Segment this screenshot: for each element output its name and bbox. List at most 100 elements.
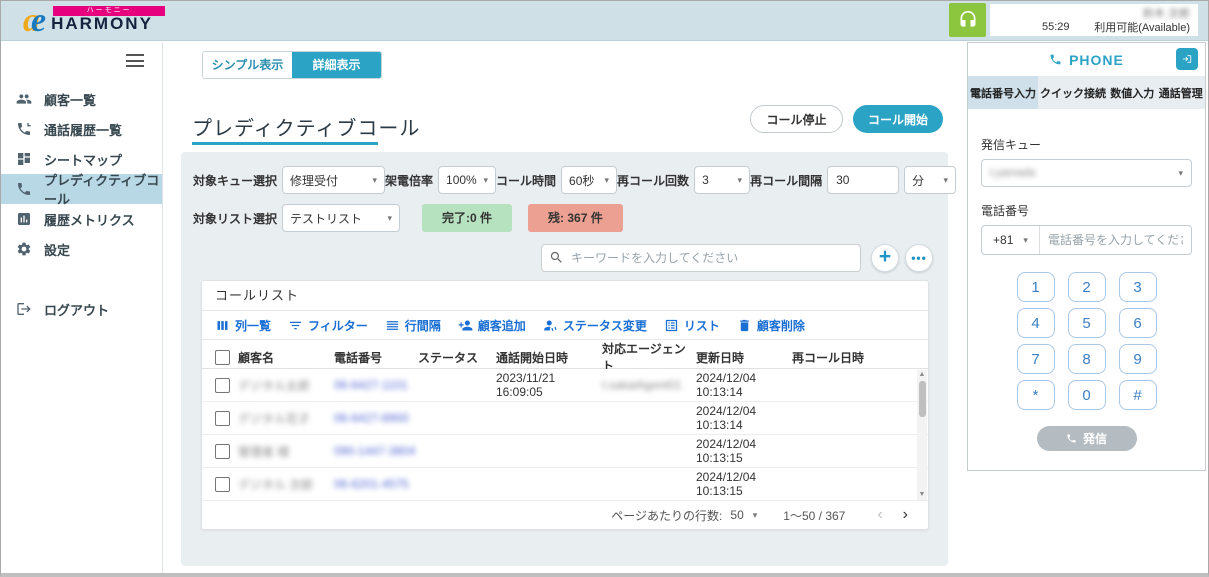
toolbar-filter-button[interactable]: フィルター (288, 317, 368, 334)
hamburger-menu-icon[interactable] (126, 54, 144, 67)
call-settings-row: 対象キュー選択 修理受付 ▾ 架電倍率 100% ▾ コール時間 60秒 ▾ 再… (193, 166, 957, 194)
tab-phone-number-entry[interactable]: 電話番号入力 (968, 76, 1038, 109)
sidebar-item-label: 通話履歴一覧 (44, 122, 123, 138)
call-duration-select[interactable]: 60秒 ▾ (561, 166, 618, 194)
toolbar-delete-customer-button[interactable]: 顧客削除 (737, 317, 805, 334)
dialpad-key-8[interactable]: 8 (1067, 344, 1106, 374)
dialpad-key-7[interactable]: 7 (1016, 344, 1055, 374)
tab-simple-view[interactable]: シンプル表示 (203, 52, 292, 78)
phone-number-control: +81 ▾ (981, 225, 1192, 255)
dial-call-button[interactable]: 発信 (1036, 426, 1137, 451)
more-options-circle-button[interactable]: ••• (905, 244, 933, 272)
table-row[interactable]: 管理者 様 090-1447-3804 2024/12/04 10:13:15 (202, 435, 928, 468)
app-window: ae ハーモニー HARMONY 鈴木 次郎 55:29 利用可能(Availa… (0, 0, 1209, 577)
updated-cell: 2024/12/04 10:13:14 (696, 371, 757, 399)
retry-count-select[interactable]: 3 ▾ (694, 166, 751, 194)
toolbar-columns-button[interactable]: 列一覧 (215, 317, 271, 334)
target-list-select[interactable]: テストリスト ▾ (282, 204, 401, 232)
toolbar-add-customer-button[interactable]: 顧客追加 (458, 317, 526, 334)
search-icon (550, 251, 562, 263)
headset-status-button[interactable] (949, 3, 986, 37)
sidebar-item-settings[interactable]: 設定 (1, 234, 162, 264)
agent-cell: t.sakaiAgent01 (602, 378, 682, 392)
dialpad-key-3[interactable]: 3 (1118, 272, 1157, 302)
metrics-icon (18, 213, 30, 225)
keyword-search-input[interactable] (541, 244, 861, 272)
tab-detail-view[interactable]: 詳細表示 (292, 52, 381, 78)
dialpad-key-0[interactable]: 0 (1067, 380, 1106, 410)
add-customer-circle-button[interactable]: + (871, 244, 899, 272)
rows-per-page-select[interactable]: 50 ▾ (730, 508, 757, 522)
sidebar: 顧客一覧 通話履歴一覧 シートマップ プレディクティブコール 履歴メトリクス 設… (1, 42, 163, 573)
table-body: デジタル太郎 06-6427-1101 2023/11/21 16:09:05 … (202, 369, 928, 501)
retry-interval-unit-select[interactable]: 分 ▾ (904, 166, 957, 194)
row-checkbox[interactable] (215, 377, 230, 393)
chevron-down-icon: ▾ (737, 174, 743, 185)
outbound-queue-select[interactable]: t.yamada ▾ (981, 159, 1192, 187)
phone-panel-title: PHONE (1069, 51, 1124, 68)
scrollbar-thumb[interactable] (918, 381, 926, 417)
phone-number-link[interactable]: 06-6427-1101 (334, 378, 418, 392)
table-scrollbar[interactable]: ▲ ▼ (917, 370, 927, 500)
row-height-icon (386, 320, 398, 330)
dialpad-key-star[interactable]: * (1016, 380, 1055, 410)
app-header: ae ハーモニー HARMONY 鈴木 次郎 55:29 利用可能(Availa… (1, 1, 1208, 41)
dialpad-key-9[interactable]: 9 (1118, 344, 1157, 374)
queue-select[interactable]: 修理受付 ▾ (282, 166, 386, 194)
target-list-label: 対象リスト選択 (193, 211, 278, 226)
dialpad-key-6[interactable]: 6 (1118, 308, 1157, 338)
scroll-down-icon[interactable]: ▼ (917, 490, 927, 500)
retry-interval-input[interactable]: 30 (827, 166, 900, 194)
country-code-select[interactable]: +81 ▾ (982, 226, 1040, 254)
gear-icon (17, 242, 31, 256)
phone-history-icon (18, 123, 31, 135)
dialpad-key-5[interactable]: 5 (1067, 308, 1106, 338)
table-row[interactable]: デジタル花子 06-6427-8900 2024/12/04 10:13:14 (202, 402, 928, 435)
phone-number-link[interactable]: 06-6427-8900 (334, 411, 418, 425)
tab-numeric-entry[interactable]: 数値入力 (1108, 76, 1157, 109)
sidebar-item-label: 顧客一覧 (44, 92, 97, 108)
logout-icon (17, 303, 31, 315)
previous-page-button[interactable]: ‹ (871, 507, 888, 523)
remaining-count-badge: 残: 367 件 (528, 204, 623, 232)
toolbar-change-status-button[interactable]: ステータス変更 (543, 317, 647, 334)
select-all-checkbox[interactable] (215, 349, 230, 365)
sidebar-item-call-history[interactable]: 通話履歴一覧 (1, 114, 162, 144)
table-row[interactable]: デジタル太郎 06-6427-1101 2023/11/21 16:09:05 … (202, 369, 928, 402)
collapse-panel-button[interactable] (1176, 48, 1198, 70)
phone-number-link[interactable]: 06-6201-4575 (334, 477, 418, 491)
updated-cell: 2024/12/04 10:13:15 (696, 470, 757, 498)
call-start-button[interactable]: コール開始 (853, 105, 943, 133)
column-header: 更新日時 (696, 350, 745, 365)
dial-rate-select[interactable]: 100% ▾ (438, 166, 497, 194)
table-row[interactable]: デジタル 次郎 06-6201-4575 2024/12/04 10:13:15 (202, 468, 928, 501)
table-pagination: ページあたりの行数: 50 ▾ 1〜50 / 367 ‹ › (202, 501, 928, 529)
call-stop-button[interactable]: コール停止 (750, 105, 843, 133)
chevron-down-icon: ▾ (483, 174, 489, 185)
row-checkbox[interactable] (215, 410, 230, 426)
sidebar-item-customer-list[interactable]: 顧客一覧 (1, 84, 162, 114)
page-title: プレディクティブコール (192, 118, 421, 140)
row-checkbox[interactable] (215, 443, 230, 459)
sidebar-item-predictive-call[interactable]: プレディクティブコール (1, 173, 162, 207)
dialpad-key-4[interactable]: 4 (1016, 308, 1055, 338)
phone-number-label: 電話番号 (981, 204, 1030, 218)
toolbar-list-button[interactable]: リスト (664, 317, 720, 334)
tab-quick-connect[interactable]: クイック接続 (1038, 76, 1108, 109)
sidebar-item-logout[interactable]: ログアウト (1, 294, 162, 324)
phone-number-input[interactable] (1040, 233, 1191, 247)
next-page-button[interactable]: › (897, 507, 914, 523)
rows-per-page-label: ページあたりの行数: (611, 508, 723, 523)
chevron-down-icon: ▾ (752, 509, 758, 520)
agent-status-chip[interactable]: 鈴木 次郎 55:29 利用可能(Available) (990, 4, 1198, 36)
dialpad-key-hash[interactable]: # (1118, 380, 1157, 410)
sidebar-item-history-metrics[interactable]: 履歴メトリクス (1, 204, 162, 234)
tab-call-management[interactable]: 通話管理 (1157, 76, 1206, 109)
list-icon (665, 319, 677, 331)
dialpad-key-2[interactable]: 2 (1067, 272, 1106, 302)
dialpad-key-1[interactable]: 1 (1016, 272, 1055, 302)
toolbar-row-height-button[interactable]: 行間隔 (385, 317, 441, 334)
phone-number-link[interactable]: 090-1447-3804 (334, 444, 418, 458)
row-checkbox[interactable] (215, 476, 230, 492)
scroll-up-icon[interactable]: ▲ (917, 370, 927, 380)
